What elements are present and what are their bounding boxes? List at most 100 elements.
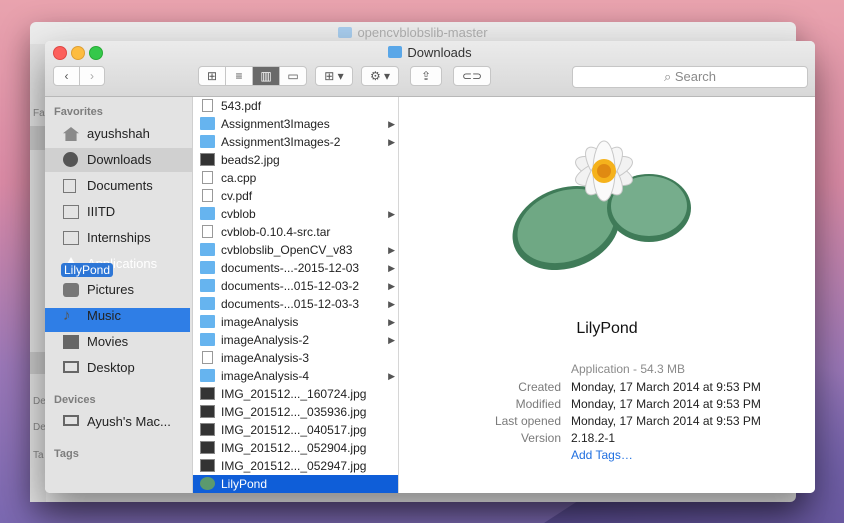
folder-file-icon — [200, 369, 215, 382]
file-row[interactable]: IMG_201512..._160724.jpg — [193, 385, 398, 403]
folder-file-icon — [200, 261, 215, 274]
file-row[interactable]: imageAnalysis-3 — [193, 349, 398, 367]
finder-window[interactable]: Downloads ‹ › ⊞ ≡ ▥ ▭ ⊞ ▾ ⚙ ▾ ⇪ ⊂⊃ ⌕ Search … — [45, 41, 815, 493]
sidebar-item-iiitd[interactable]: IIITD — [45, 200, 192, 224]
arrange-button[interactable]: ⊞ ▾ — [315, 66, 353, 86]
file-name: LilyPond — [221, 477, 268, 491]
code-file-icon — [202, 171, 213, 184]
cover-flow-icon[interactable]: ▭ — [280, 67, 306, 85]
folder-icon — [388, 46, 403, 58]
back-button[interactable]: ‹ — [54, 67, 80, 85]
file-row[interactable]: 543.pdf — [193, 97, 398, 115]
file-row[interactable]: ca.cpp — [193, 169, 398, 187]
sidebar-item-ayushshah[interactable]: ayushshah — [45, 122, 192, 146]
pdf-file-icon — [202, 99, 213, 112]
preview-kind: Application - 54.3 MB — [571, 362, 686, 376]
created-value: Monday, 17 March 2014 at 9:53 PM — [571, 380, 761, 394]
file-row[interactable]: Assignment3Images ▶ — [193, 115, 398, 133]
folder-file-icon — [200, 297, 215, 310]
file-row[interactable]: IMG_201512..._052947.jpg — [193, 457, 398, 475]
back-forward-buttons: ‹ › — [53, 66, 105, 86]
file-row[interactable]: cvblob ▶ — [193, 205, 398, 223]
file-name: IMG_201512..._052904.jpg — [221, 441, 367, 455]
view-mode-buttons: ⊞ ≡ ▥ ▭ — [198, 66, 307, 86]
sidebar-item-pictures[interactable]: Pictures — [45, 278, 192, 302]
folder-file-icon — [200, 315, 215, 328]
share-icon: ⇪ — [420, 69, 432, 83]
sidebar-item-music[interactable]: ♪ Music — [45, 304, 192, 328]
file-row[interactable]: documents-...-2015-12-03 ▶ — [193, 259, 398, 277]
tags-heading: Tags — [54, 448, 79, 460]
background-sidebar: Fa De De Ta — [30, 44, 46, 502]
file-row[interactable]: cvblob-0.10.4-src.tar — [193, 223, 398, 241]
sidebar-item-desktop[interactable]: Desktop — [45, 356, 192, 380]
desktop-icon — [63, 361, 79, 373]
file-row[interactable]: IMG_201512..._035936.jpg — [193, 403, 398, 421]
documents-icon — [63, 179, 76, 193]
column-view-icon[interactable]: ▥ — [253, 67, 280, 85]
file-row[interactable]: beads2.jpg — [193, 151, 398, 169]
preview-pane: LilyPond Application - 54.3 MB Created M… — [399, 97, 815, 493]
disclosure-arrow-icon: ▶ — [388, 281, 395, 291]
sidebar-item-movies[interactable]: Movies — [45, 330, 192, 354]
file-name: imageAnalysis-2 — [221, 333, 310, 347]
image-file-icon — [200, 387, 215, 400]
folder-icon — [63, 231, 79, 245]
file-name: imageAnalysis-4 — [221, 369, 310, 383]
file-row[interactable]: Assignment3Images-2 ▶ — [193, 133, 398, 151]
share-button[interactable]: ⇪ — [410, 66, 442, 86]
file-name: imageAnalysis — [221, 315, 299, 329]
version-value: 2.18.2-1 — [571, 431, 616, 445]
version-label: Version — [520, 431, 561, 445]
image-file-icon — [200, 153, 215, 166]
list-view-icon[interactable]: ≡ — [226, 67, 253, 85]
drag-ghost-label: LilyPond — [61, 263, 114, 277]
file-row[interactable]: imageAnalysis-4 ▶ — [193, 367, 398, 385]
file-name: IMG_201512..._040517.jpg — [221, 423, 367, 437]
folder-file-icon — [200, 243, 215, 256]
file-row[interactable]: IMG_201512..._052904.jpg — [193, 439, 398, 457]
search-icon: ⌕ — [663, 69, 675, 84]
file-row[interactable]: documents-...015-12-03-2 ▶ — [193, 277, 398, 295]
image-file-icon — [200, 459, 215, 472]
gear-icon: ⚙ ▾ — [369, 69, 391, 83]
file-row[interactable]: cvblobslib_OpenCV_v83 ▶ — [193, 241, 398, 259]
sidebar-item-device[interactable]: Ayush's Mac... — [45, 410, 192, 434]
disclosure-arrow-icon: ▶ — [388, 299, 395, 309]
disclosure-arrow-icon: ▶ — [388, 119, 395, 129]
action-button[interactable]: ⚙ ▾ — [361, 66, 399, 86]
pdf-file-icon — [202, 189, 213, 202]
search-field[interactable]: ⌕ Search — [572, 66, 808, 88]
sidebar-item-downloads[interactable]: Downloads — [45, 148, 192, 172]
folder-file-icon — [200, 333, 215, 346]
file-column: 543.pdf Assignment3Images ▶ Assignment3Imag… — [193, 97, 399, 493]
app-file-icon — [200, 477, 215, 490]
icon-view-icon[interactable]: ⊞ — [199, 67, 226, 85]
folder-file-icon — [200, 279, 215, 292]
file-name: documents-...015-12-03-3 — [221, 297, 360, 311]
file-name: IMG_201512..._160724.jpg — [221, 387, 367, 401]
file-name: Assignment3Images-2 — [221, 135, 341, 149]
file-name: beads2.jpg — [221, 153, 280, 167]
image-file-icon — [200, 423, 215, 436]
file-row[interactable]: IMG_201512..._040517.jpg — [193, 421, 398, 439]
tag-icon: ⊂⊃ — [461, 69, 483, 83]
forward-button[interactable]: › — [80, 67, 104, 85]
disclosure-arrow-icon: ▶ — [388, 245, 395, 255]
sidebar-item-documents[interactable]: Documents — [45, 174, 192, 198]
file-row[interactable]: imageAnalysis ▶ — [193, 313, 398, 331]
file-row[interactable]: cv.pdf — [193, 187, 398, 205]
file-row[interactable]: documents-...015-12-03-3 ▶ — [193, 295, 398, 313]
disclosure-arrow-icon: ▶ — [388, 137, 395, 147]
file-name: cv.pdf — [221, 189, 253, 203]
folder-icon — [338, 27, 353, 38]
file-name: IMG_201512..._035936.jpg — [221, 405, 367, 419]
sidebar-item-internships[interactable]: Internships — [45, 226, 192, 250]
sidebar: Favorites ayushshah Downloads Documents … — [45, 97, 193, 493]
file-row[interactable]: LilyPond — [193, 475, 398, 493]
folder-icon — [63, 205, 79, 219]
file-name: Assignment3Images — [221, 117, 330, 131]
edit-tags-button[interactable]: ⊂⊃ — [453, 66, 491, 86]
add-tags-link[interactable]: Add Tags… — [571, 448, 633, 462]
file-row[interactable]: imageAnalysis-2 ▶ — [193, 331, 398, 349]
